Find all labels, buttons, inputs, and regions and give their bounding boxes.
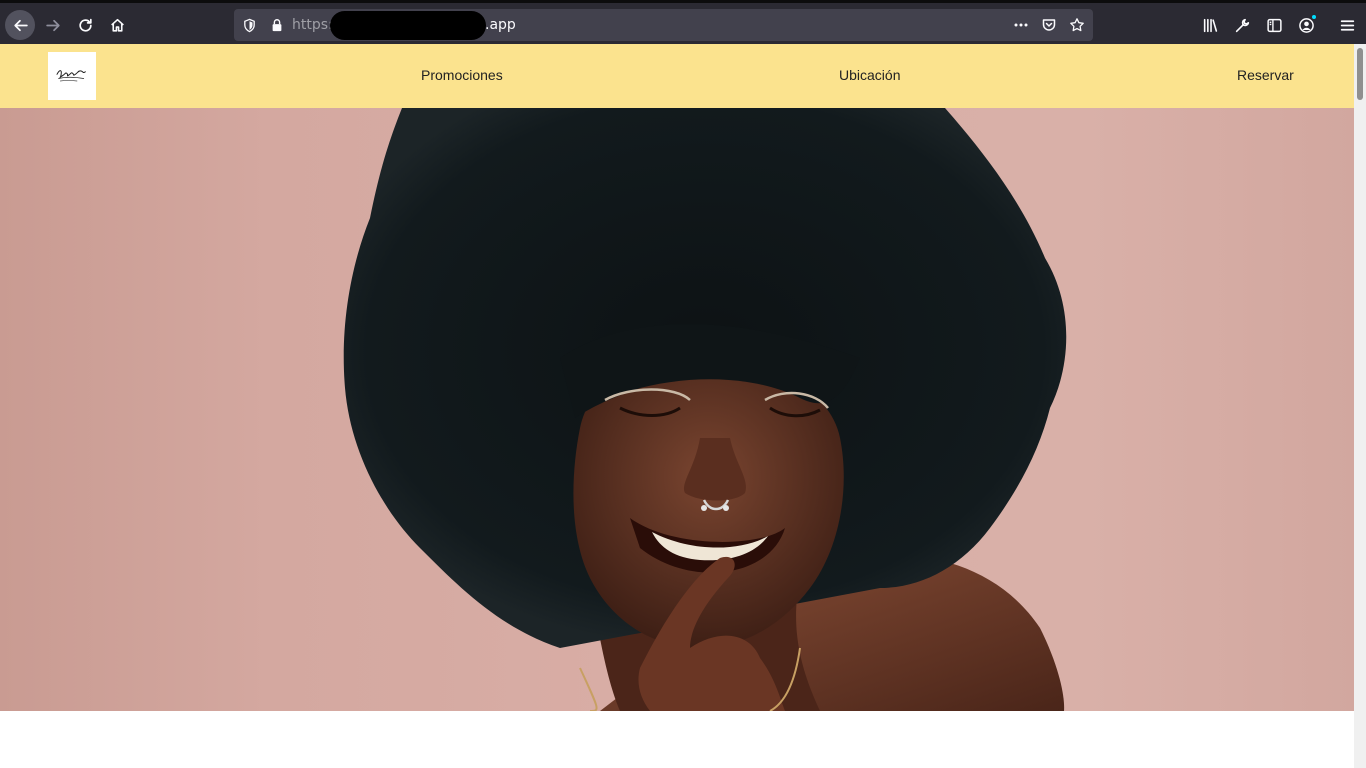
hero-portrait-illustration — [343, 108, 1067, 711]
address-bar[interactable]: https: .app — [234, 9, 1093, 41]
page-scrollbar[interactable] — [1354, 44, 1366, 768]
shield-icon[interactable] — [240, 16, 258, 34]
nav-link-reservar[interactable]: Reservar — [1237, 67, 1294, 83]
nav-link-ubicacion[interactable]: Ubicación — [839, 67, 900, 83]
site-navbar: Promociones Ubicación Reservar — [0, 44, 1354, 108]
account-button[interactable] — [1291, 10, 1321, 40]
library-icon — [1203, 18, 1217, 32]
pocket-icon[interactable] — [1040, 16, 1058, 34]
notification-dot-icon — [1311, 14, 1317, 20]
reload-button[interactable] — [70, 10, 100, 40]
sidebar-button[interactable] — [1259, 10, 1289, 40]
browser-toolbar: https: .app — [0, 0, 1366, 44]
hero-image — [0, 108, 1354, 711]
redacted-url-mask — [330, 11, 486, 40]
arrow-left-icon — [13, 19, 28, 31]
star-icon[interactable] — [1068, 16, 1086, 34]
library-button[interactable] — [1195, 10, 1225, 40]
menu-button[interactable] — [1332, 10, 1362, 40]
arrow-right-icon — [45, 19, 60, 31]
site-logo[interactable] — [48, 52, 96, 100]
url-text-suffix: .app — [485, 17, 516, 33]
forward-button[interactable] — [38, 10, 68, 40]
url-text-prefix: https: — [292, 17, 333, 33]
lock-icon[interactable] — [268, 16, 286, 34]
hamburger-menu-icon — [1340, 19, 1354, 31]
reload-icon — [78, 18, 92, 32]
home-icon — [110, 18, 124, 32]
scrollbar-thumb[interactable] — [1357, 48, 1363, 100]
nav-link-promociones[interactable]: Promociones — [421, 67, 503, 83]
ellipsis-icon[interactable] — [1012, 16, 1030, 34]
signature-logo-icon — [56, 70, 86, 82]
tools-button[interactable] — [1227, 10, 1257, 40]
page-viewport: Promociones Ubicación Reservar — [0, 44, 1366, 768]
sidebar-icon — [1266, 18, 1282, 32]
home-button[interactable] — [102, 10, 132, 40]
back-button[interactable] — [5, 10, 35, 40]
wrench-icon — [1235, 18, 1249, 32]
